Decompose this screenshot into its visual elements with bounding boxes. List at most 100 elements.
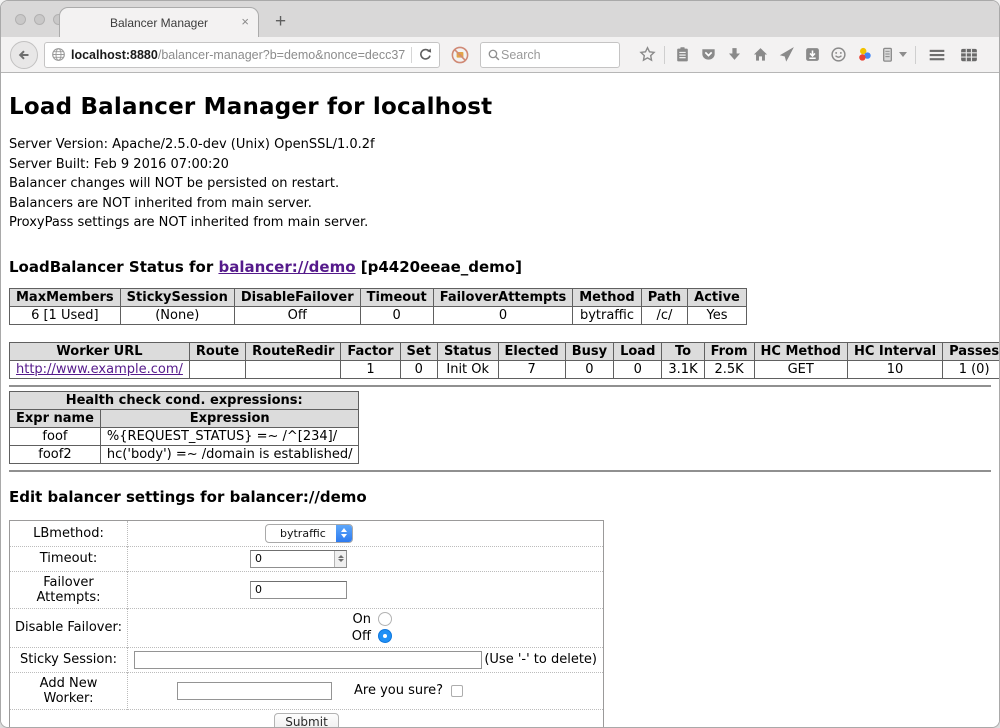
failover-attempts-input[interactable] [250, 581, 347, 599]
tab-close-icon[interactable]: × [241, 14, 249, 30]
reload-button[interactable] [418, 47, 433, 62]
tab-balancer-manager[interactable]: Balancer Manager × [59, 7, 259, 37]
form-row-sticky-session: Sticky Session: (Use '-' to delete) [10, 647, 604, 672]
persist-notice-line: Balancer changes will NOT be persisted o… [9, 174, 991, 194]
lbmethod-selected-value: bytraffic [266, 525, 336, 542]
table-cell: Init Ok [437, 360, 498, 378]
status-heading-suffix: [p4420eeae_demo] [356, 258, 522, 276]
feedback-smiley-icon[interactable] [825, 42, 851, 68]
search-bar[interactable] [480, 42, 620, 68]
submit-button[interactable]: Submit [274, 713, 339, 728]
expr-name-cell: foof2 [10, 445, 101, 463]
server-info: Server Version: Apache/2.5.0-dev (Unix) … [9, 135, 991, 233]
disable-failover-label: Disable Failover: [10, 608, 128, 647]
lbmethod-select[interactable]: bytraffic [265, 524, 353, 543]
tab-title: Balancer Manager [110, 16, 208, 30]
balancer-header-row: MaxMembers StickySession DisableFailover… [10, 288, 747, 306]
reading-list-icon[interactable] [669, 42, 695, 68]
table-cell: Off [234, 306, 360, 324]
close-window-button[interactable] [15, 14, 26, 25]
url-text[interactable]: localhost:8880/balancer-manager?b=demo&n… [71, 48, 405, 62]
server-built-line: Server Built: Feb 9 2016 07:00:20 [9, 155, 991, 175]
tiles-grid-icon[interactable] [956, 42, 982, 68]
column-header: FailoverAttempts [433, 288, 573, 306]
site-identity-globe-icon[interactable] [51, 47, 66, 62]
failover-attempts-label: Failover Attempts: [10, 571, 128, 608]
sticky-session-input[interactable] [134, 651, 482, 669]
column-header: HC Method [754, 342, 847, 360]
balancer-demo-link[interactable]: balancer://demo [218, 258, 355, 276]
menu-hamburger-icon[interactable] [924, 42, 950, 68]
form-row-lbmethod: LBmethod: bytraffic [10, 520, 604, 546]
timeout-label: Timeout: [10, 546, 128, 571]
column-header: Busy [565, 342, 613, 360]
column-header: Set [400, 342, 437, 360]
tab-strip: Balancer Manager × + [1, 1, 999, 37]
edit-balancer-form: LBmethod: bytraffic Timeout: [9, 520, 604, 728]
table-cell: (None) [120, 306, 234, 324]
download-box-icon[interactable] [799, 42, 825, 68]
bookmark-star-icon[interactable] [634, 42, 660, 68]
column-header: Active [688, 288, 747, 306]
toolbar-buttons [634, 42, 990, 68]
table-cell: 0 [433, 306, 573, 324]
column-header: Factor [341, 342, 400, 360]
column-header: StickySession [120, 288, 234, 306]
column-header: RouteRedir [246, 342, 341, 360]
column-header: Expr name [10, 409, 101, 427]
downloads-icon[interactable] [721, 42, 747, 68]
device-battery-icon[interactable] [877, 42, 897, 68]
chevron-down-icon[interactable] [899, 52, 907, 57]
form-row-timeout: Timeout: [10, 546, 604, 571]
content-blocker-icon[interactable] [450, 45, 470, 65]
pocket-icon[interactable] [695, 42, 721, 68]
column-header: Passes [943, 342, 1000, 360]
table-cell: 0 [565, 360, 613, 378]
expression-cell: %{REQUEST_STATUS} =~ /^[234]/ [100, 427, 359, 445]
column-header: Load [614, 342, 662, 360]
search-input[interactable] [501, 48, 601, 62]
browser-window: Balancer Manager × + localhost:888 [0, 0, 1000, 728]
balancers-notice-line: Balancers are NOT inherited from main se… [9, 194, 991, 214]
colored-dots-extension-icon[interactable] [851, 42, 877, 68]
page-content: Load Balancer Manager for localhost Serv… [1, 73, 999, 728]
share-plane-icon[interactable] [773, 42, 799, 68]
home-icon[interactable] [747, 42, 773, 68]
add-worker-input[interactable] [177, 682, 332, 700]
worker-data-row: http://www.example.com/ 1 0 Init Ok 7 0 … [10, 360, 1000, 378]
table-cell: 3.1K [662, 360, 704, 378]
status-heading-prefix: LoadBalancer Status for [9, 258, 218, 276]
edit-balancer-heading: Edit balancer settings for balancer://de… [9, 488, 991, 506]
health-check-table: Health check cond. expressions: Expr nam… [9, 391, 359, 464]
column-header: Timeout [360, 288, 433, 306]
url-host: localhost:8880 [71, 48, 158, 62]
minimize-window-button[interactable] [34, 14, 45, 25]
radio-off-label: Off [347, 629, 371, 644]
are-you-sure-checkbox[interactable] [451, 685, 463, 697]
health-data-row: foof %{REQUEST_STATUS} =~ /^[234]/ [10, 427, 359, 445]
radio-off-selected[interactable] [378, 629, 392, 643]
back-button[interactable] [10, 41, 38, 69]
table-cell: 10 [847, 360, 942, 378]
table-cell: 1 [341, 360, 400, 378]
column-header: Elected [498, 342, 565, 360]
worker-url-link[interactable]: http://www.example.com/ [16, 362, 183, 377]
column-header: Expression [100, 409, 359, 427]
new-tab-button[interactable]: + [275, 11, 286, 33]
number-spinner-icon[interactable] [334, 551, 346, 567]
timeout-input[interactable] [250, 550, 347, 568]
radio-on[interactable] [378, 612, 392, 626]
radio-on-label: On [347, 612, 371, 627]
table-cell: 7 [498, 360, 565, 378]
table-cell: /c/ [641, 306, 687, 324]
worker-status-table: Worker URL Route RouteRedir Factor Set S… [9, 342, 1000, 379]
search-icon [487, 48, 501, 62]
table-cell: 0 [360, 306, 433, 324]
back-arrow-icon [16, 47, 32, 63]
table-cell: 1 (0) [943, 360, 1000, 378]
url-bar[interactable]: localhost:8880/balancer-manager?b=demo&n… [44, 42, 440, 68]
sticky-session-note: (Use '-' to delete) [484, 652, 599, 667]
table-cell: 0 [614, 360, 662, 378]
expr-name-cell: foof [10, 427, 101, 445]
toolbar-separator [915, 46, 916, 64]
